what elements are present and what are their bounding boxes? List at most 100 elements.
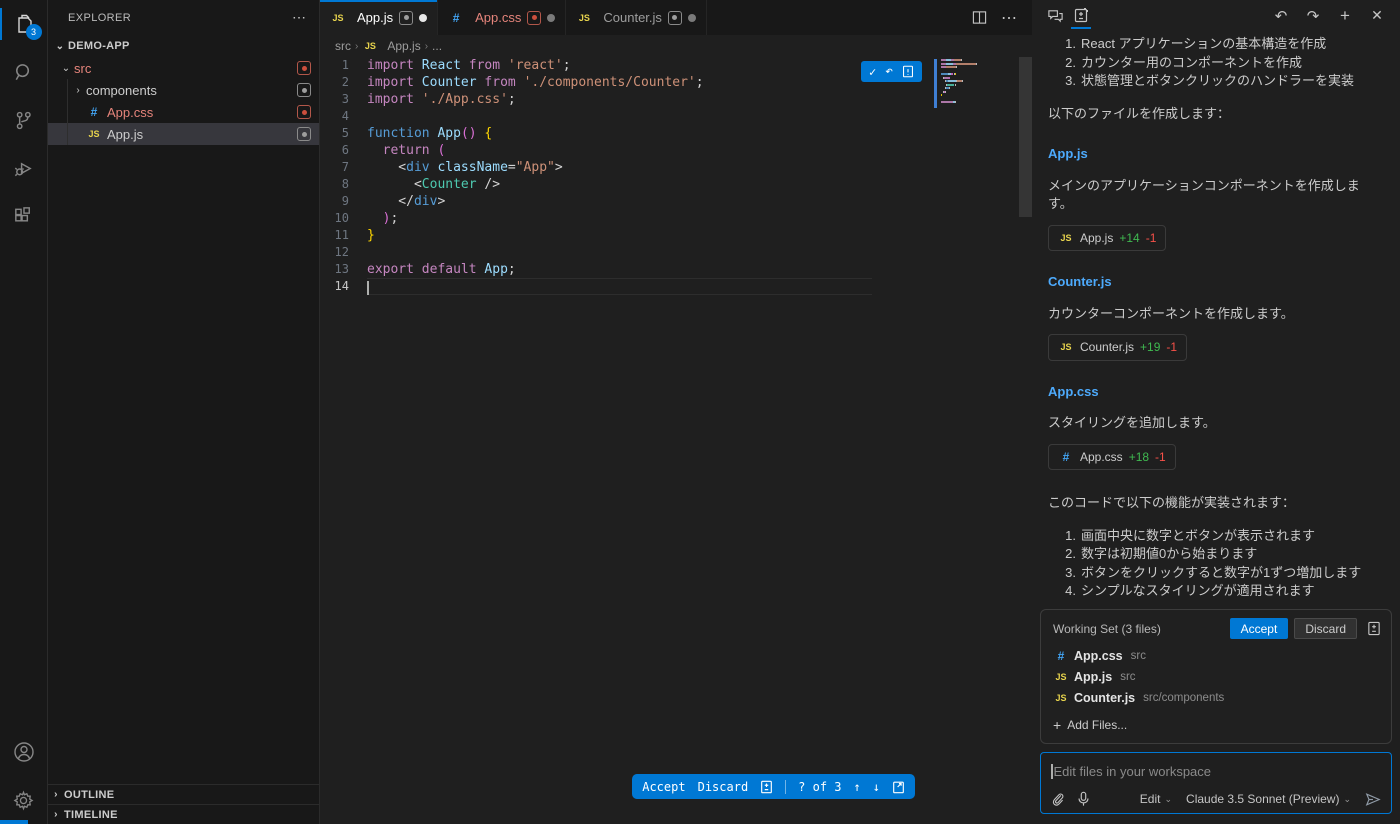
unsaved-dot-icon[interactable] (419, 13, 428, 22)
edit-session-icon[interactable] (1068, 3, 1094, 29)
line-number: 9 (341, 194, 349, 208)
tree-item-components[interactable]: › components (48, 79, 319, 101)
next-change-icon[interactable]: ↓ (873, 780, 880, 794)
tree-root-demo-app[interactable]: ⌄ DEMO-APP (48, 35, 319, 57)
previous-change-icon[interactable]: ↑ (854, 780, 861, 794)
explorer-more-actions-icon[interactable]: ⋯ (292, 9, 307, 26)
file-chip-app-js[interactable]: JS App.js +14 -1 (1048, 224, 1167, 251)
editor-scrollbar[interactable] (1019, 57, 1032, 217)
outline-panel-header[interactable]: › OUTLINE (48, 784, 319, 804)
breadcrumb-src[interactable]: src (335, 39, 351, 53)
run-debug-icon[interactable] (0, 144, 48, 192)
code-line[interactable]: 3 import './App.css'; (320, 91, 1032, 108)
microphone-icon[interactable] (1077, 791, 1090, 807)
close-panel-icon[interactable]: ✕ (1364, 3, 1390, 29)
explorer-badge: 3 (25, 24, 42, 40)
text-cursor (1051, 763, 1053, 779)
working-set-title: Working Set (3 files) (1053, 621, 1161, 636)
code-line[interactable]: 1 import React from 'react'; (320, 57, 1032, 74)
root-folder-label: DEMO-APP (68, 40, 130, 52)
code-line[interactable]: 4 (320, 108, 1032, 125)
activity-bar: 3 (0, 0, 48, 824)
tab-counter-js[interactable]: JS Counter.js (566, 0, 707, 35)
file-chip-counter-js[interactable]: JS Counter.js +19 -1 (1048, 334, 1188, 361)
code-line[interactable]: 6 return ( (320, 142, 1032, 159)
code-line[interactable]: 7 <div className="App"> (320, 159, 1032, 176)
file-name: App.js (1074, 669, 1113, 684)
sidebar-title: EXPLORER (68, 11, 132, 24)
explorer-icon[interactable]: 3 (0, 0, 48, 48)
code-line[interactable]: 8 <Counter /> (320, 176, 1032, 193)
discard-all-button[interactable]: Discard (1294, 618, 1357, 639)
code-line[interactable]: 5 function App() { (320, 125, 1032, 142)
open-changes-icon[interactable] (892, 780, 905, 794)
tree-item-app-css[interactable]: # App.css (48, 101, 319, 123)
discard-file-button[interactable]: Discard (698, 780, 749, 794)
section-title-counter-js[interactable]: Counter.js (1048, 273, 1384, 292)
chat-view-icon[interactable] (1042, 3, 1068, 29)
add-files-button[interactable]: + Add Files... (1041, 708, 1391, 739)
chat-input-field[interactable]: Edit files in your workspace (1051, 761, 1381, 781)
code-line[interactable]: 14 (320, 278, 1032, 295)
breadcrumb-symbol[interactable]: ... (432, 39, 442, 53)
chat-input-box[interactable]: Edit files in your workspace Edit ⌄ Clau… (1040, 752, 1392, 814)
mode-picker-dropdown[interactable]: Edit ⌄ (1140, 792, 1172, 806)
chip-filename: App.js (1080, 230, 1114, 245)
file-chip-app-css[interactable]: # App.css +18 -1 (1048, 443, 1176, 470)
discard-change-icon[interactable]: ↶ (885, 64, 893, 79)
line-number: 7 (341, 160, 349, 174)
redo-icon[interactable]: ↷ (1300, 3, 1326, 29)
tab-app-js[interactable]: JS App.js (320, 0, 439, 35)
chevron-right-icon: › (76, 84, 80, 96)
undo-icon[interactable]: ↶ (1268, 3, 1294, 29)
code-editor[interactable]: 1 import React from 'react'; 2 import Count… (320, 57, 1032, 824)
chip-filename: Counter.js (1080, 340, 1135, 354)
code-line[interactable]: 13 export default App; (320, 261, 1032, 278)
search-icon[interactable] (0, 48, 48, 96)
send-icon[interactable] (1365, 792, 1381, 807)
chevron-right-icon: › (355, 40, 359, 52)
js-file-icon: JS (1055, 692, 1067, 703)
editor-more-actions-icon[interactable]: ⋯ (1001, 8, 1018, 28)
accept-all-button[interactable]: Accept (1229, 618, 1289, 639)
accept-file-button[interactable]: Accept (642, 780, 685, 794)
accept-change-icon[interactable]: ✓ (869, 65, 876, 79)
accounts-icon[interactable] (0, 728, 48, 776)
source-control-icon[interactable] (0, 96, 48, 144)
working-set-file-counter-js[interactable]: JS Counter.js src/components (1041, 687, 1391, 708)
settings-gear-icon[interactable] (0, 776, 48, 824)
tab-app-css[interactable]: # App.css (438, 0, 567, 35)
section-title-app-js[interactable]: App.js (1048, 145, 1384, 164)
review-changes-toolbar: Accept Discard ? of 3 ↑ ↓ (632, 774, 915, 799)
working-set-file-app-js[interactable]: JS App.js src (1041, 666, 1391, 687)
tree-item-src[interactable]: ⌄ src (48, 57, 319, 79)
section-title-app-css[interactable]: App.css (1048, 383, 1384, 402)
diff-file-icon[interactable] (760, 780, 773, 794)
chevron-right-icon: › (424, 40, 429, 52)
new-session-icon[interactable]: + (1332, 3, 1358, 29)
minimap[interactable] (934, 59, 1006, 108)
code-line[interactable]: 9 </div> (320, 193, 1032, 210)
model-picker-dropdown[interactable]: Claude 3.5 Sonnet (Preview) ⌄ (1186, 792, 1351, 806)
working-set-file-app-css[interactable]: # App.css src (1041, 645, 1391, 666)
code-line[interactable]: 11} (320, 227, 1032, 244)
unsaved-dot-icon[interactable] (547, 13, 556, 22)
extensions-icon[interactable] (0, 192, 48, 240)
unsaved-dot-icon[interactable] (687, 13, 696, 22)
breadcrumb[interactable]: src › JS App.js › ... (320, 35, 1032, 57)
line-number: 4 (341, 109, 349, 123)
view-all-diffs-icon[interactable] (1367, 621, 1381, 636)
tree-item-app-js[interactable]: JS App.js (48, 123, 319, 145)
toggle-diff-icon[interactable] (902, 65, 914, 78)
code-line[interactable]: 12 (320, 244, 1032, 261)
intro-list: 1. React アプリケーションの基本構造を作成 2. カウンター用のコンポーネン… (1054, 35, 1384, 91)
split-editor-icon[interactable] (972, 10, 987, 25)
timeline-panel-header[interactable]: › TIMELINE (48, 804, 319, 824)
attach-context-icon[interactable] (1051, 792, 1065, 807)
code-line[interactable]: 10 ); (320, 210, 1032, 227)
file-path: src/components (1143, 691, 1225, 704)
paragraph: このコードで以下の機能が実装されます： (1048, 495, 1296, 510)
code-line[interactable]: 2 import Counter from './components/Count… (320, 74, 1032, 91)
status-bar-remote-sliver[interactable] (0, 820, 28, 824)
breadcrumb-file[interactable]: App.js (387, 39, 420, 53)
